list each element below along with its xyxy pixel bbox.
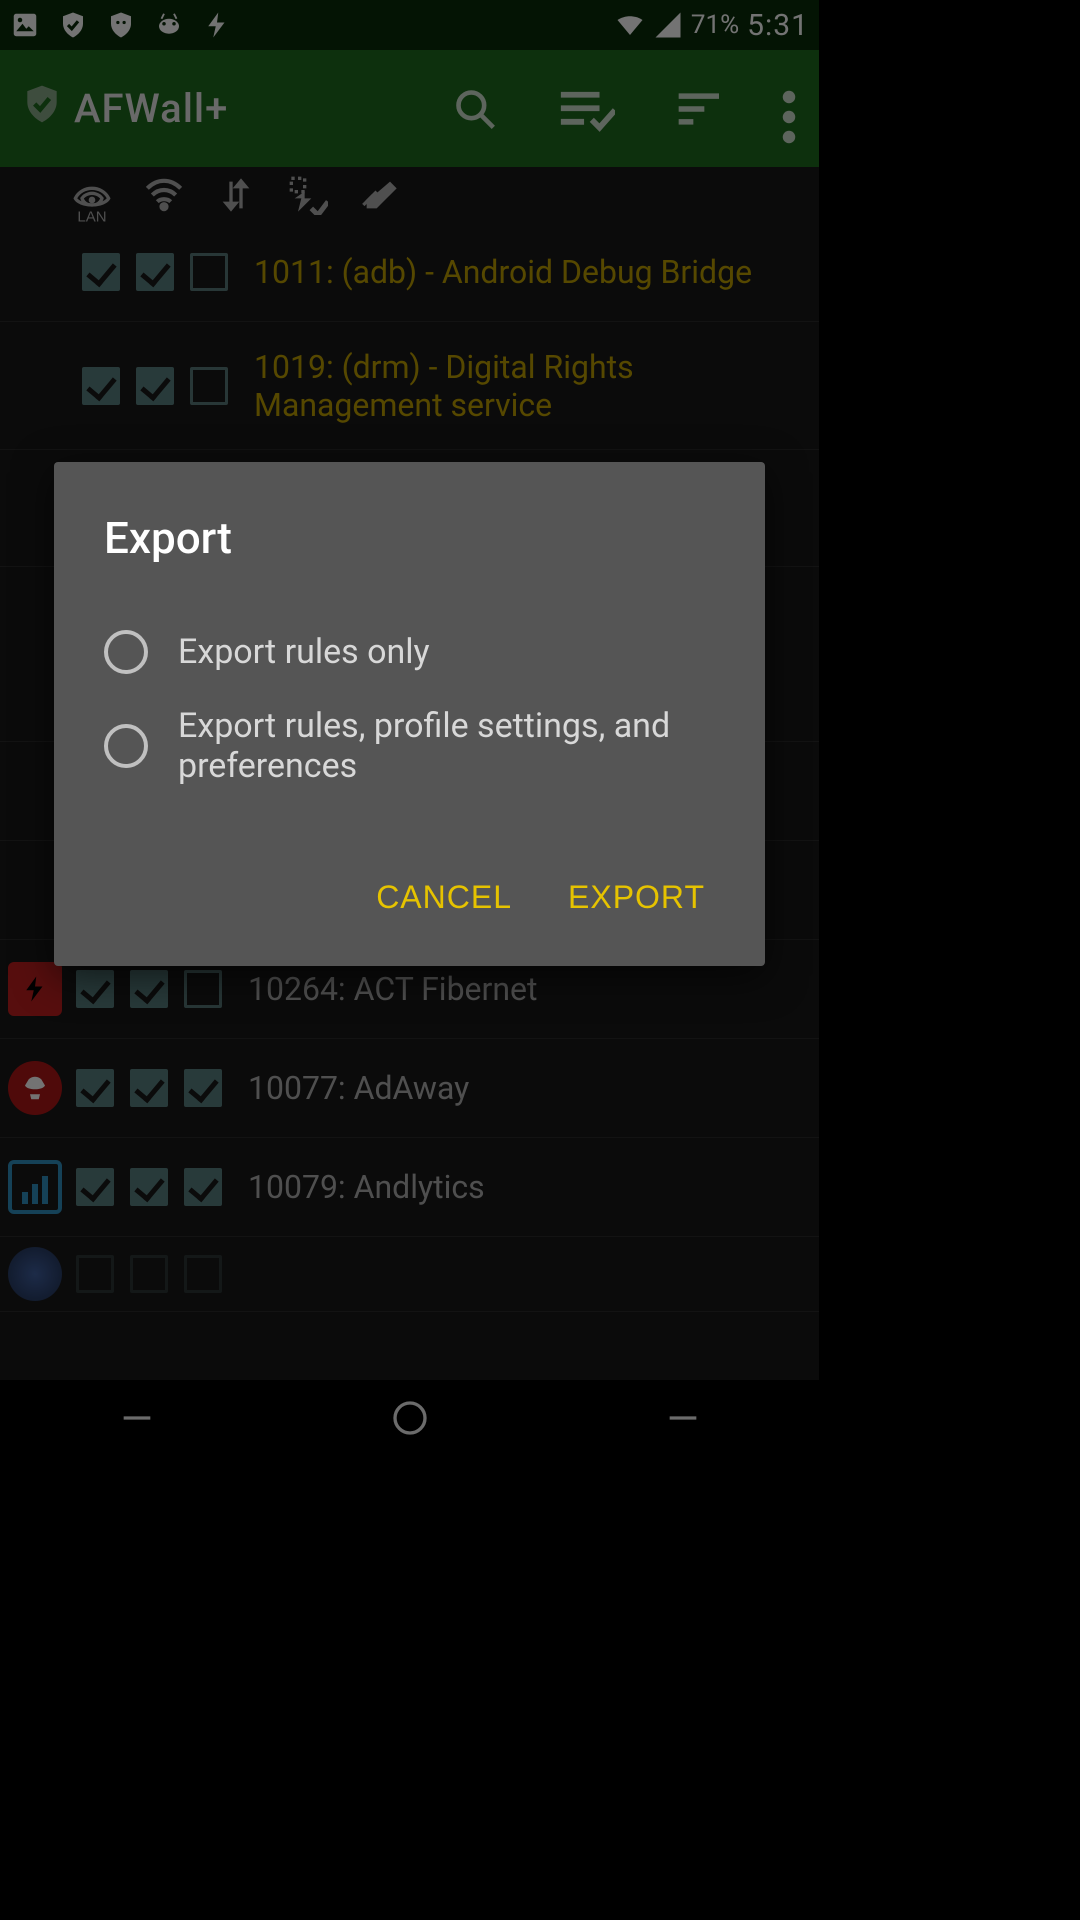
list-item[interactable]: 10077: AdAway — [0, 1039, 819, 1138]
app-icon-andlytics — [8, 1160, 62, 1214]
app-icon-act — [8, 962, 62, 1016]
clock-text: 5:31 — [747, 8, 809, 43]
checkbox-data[interactable] — [184, 1069, 222, 1107]
lan-icon: LAN — [72, 175, 112, 215]
app-label: 1019: (drm) - Digital Rights Management … — [254, 348, 811, 424]
radio-option-rules-only[interactable]: Export rules only — [104, 614, 715, 690]
lineage-icon — [154, 10, 184, 40]
checkbox-wifi[interactable] — [130, 1255, 168, 1293]
clear-column-icon — [360, 175, 400, 215]
list-item[interactable]: 1019: (drm) - Digital Rights Management … — [0, 322, 819, 450]
checkbox-data[interactable] — [184, 1168, 222, 1206]
app-label: 10077: AdAway — [248, 1069, 811, 1107]
nav-bar — [0, 1380, 819, 1456]
cancel-button[interactable]: CANCEL — [372, 869, 516, 926]
checkbox-lan[interactable] — [76, 970, 114, 1008]
bolt-icon — [202, 10, 232, 40]
data-column-icon — [216, 175, 256, 215]
checkbox-lan[interactable] — [82, 253, 120, 291]
shield-check-icon — [58, 10, 88, 40]
wifi-column-icon — [144, 175, 184, 215]
dialog-title: Export — [104, 512, 715, 564]
list-item[interactable] — [0, 1237, 819, 1312]
checkbox-lan[interactable] — [76, 1255, 114, 1293]
radio-icon — [104, 630, 148, 674]
app-icon-adaway — [8, 1061, 62, 1115]
svg-text:LAN: LAN — [77, 209, 106, 222]
select-all-icon[interactable] — [557, 87, 615, 131]
checkbox-lan[interactable] — [76, 1069, 114, 1107]
app-label: 1011: (adb) - Android Debug Bridge — [254, 253, 811, 291]
status-bar: 71% 5:31 — [0, 0, 819, 50]
checkbox-data[interactable] — [184, 970, 222, 1008]
droid-icon — [106, 10, 136, 40]
list-item[interactable]: 1011: (adb) - Android Debug Bridge — [0, 223, 819, 322]
radio-icon — [104, 724, 148, 768]
checkbox-wifi[interactable] — [130, 1069, 168, 1107]
back-button[interactable] — [117, 1398, 157, 1438]
radio-option-rules-full[interactable]: Export rules, profile settings, and pref… — [104, 690, 715, 802]
sort-icon[interactable] — [675, 87, 719, 131]
battery-text: 71% — [691, 10, 739, 40]
wifi-icon — [615, 10, 645, 40]
signal-icon — [653, 10, 683, 40]
export-dialog: Export Export rules only Export rules, p… — [54, 462, 765, 966]
list-item[interactable]: 10079: Andlytics — [0, 1138, 819, 1237]
checkbox-lan[interactable] — [82, 367, 120, 405]
app-label: 10079: Andlytics — [248, 1168, 811, 1206]
column-header: LAN — [0, 167, 819, 223]
checkbox-data[interactable] — [190, 367, 228, 405]
shield-icon — [20, 82, 64, 136]
radio-label: Export rules only — [178, 632, 430, 672]
action-bar: AFWall+ — [0, 50, 819, 167]
checkbox-data[interactable] — [190, 253, 228, 291]
roaming-column-icon — [288, 175, 328, 215]
checkbox-wifi[interactable] — [136, 367, 174, 405]
gallery-icon — [10, 10, 40, 40]
home-button[interactable] — [390, 1398, 430, 1438]
recent-button[interactable] — [663, 1398, 703, 1438]
export-button[interactable]: EXPORT — [564, 869, 709, 926]
app-title-text: AFWall+ — [74, 85, 228, 132]
checkbox-wifi[interactable] — [130, 970, 168, 1008]
app-title: AFWall+ — [20, 82, 228, 136]
checkbox-wifi[interactable] — [130, 1168, 168, 1206]
search-icon[interactable] — [453, 87, 497, 131]
radio-label: Export rules, profile settings, and pref… — [178, 706, 715, 786]
checkbox-data[interactable] — [184, 1255, 222, 1293]
app-label: 10264: ACT Fibernet — [248, 970, 811, 1008]
overflow-icon[interactable] — [779, 87, 799, 131]
app-icon-generic — [8, 1247, 62, 1301]
checkbox-wifi[interactable] — [136, 253, 174, 291]
checkbox-lan[interactable] — [76, 1168, 114, 1206]
